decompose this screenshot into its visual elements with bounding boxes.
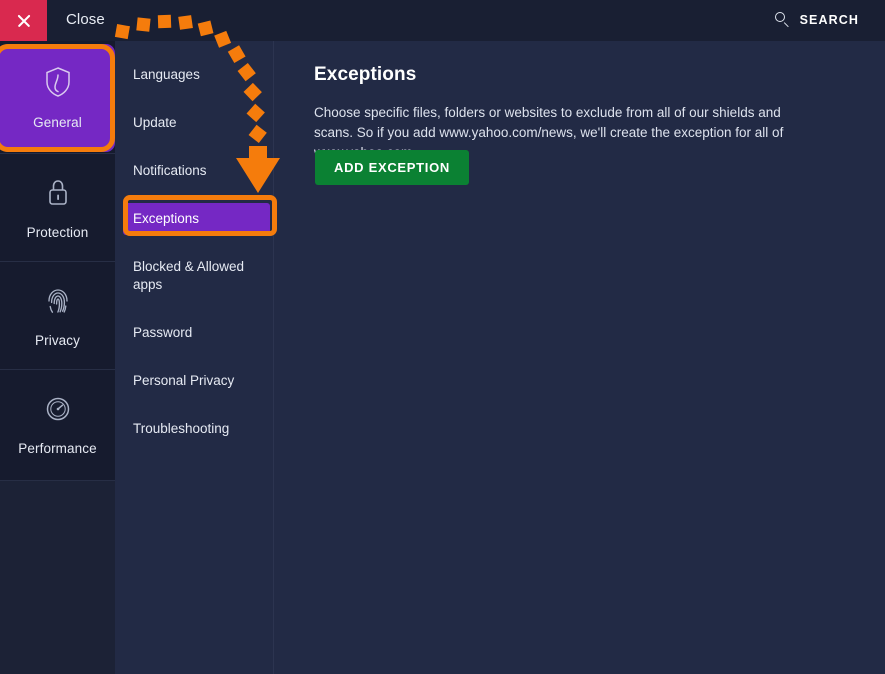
nav-item-update[interactable]: Update [123, 107, 270, 139]
nav-item-notifications[interactable]: Notifications [123, 155, 270, 187]
nav-item-password[interactable]: Password [123, 317, 270, 349]
lock-icon [43, 176, 73, 213]
main-content-panel: Exceptions Choose specific files, folder… [274, 41, 885, 674]
title-bar: Close SEARCH [0, 0, 885, 41]
secondary-nav-panel: Languages Update Notifications Exception… [115, 41, 274, 674]
sidebar-item-label: Performance [18, 440, 97, 456]
search-icon [774, 12, 790, 27]
nav-item-exceptions[interactable]: Exceptions [123, 203, 270, 235]
sidebar-item-label: Privacy [35, 332, 80, 348]
page-title: Exceptions [314, 64, 417, 85]
add-exception-button[interactable]: ADD EXCEPTION [315, 150, 470, 185]
nav-item-blocked-allowed-apps[interactable]: Blocked & Allowed apps [123, 251, 270, 301]
search-button[interactable]: SEARCH [774, 12, 859, 27]
search-label: SEARCH [799, 12, 859, 27]
fingerprint-icon [43, 284, 73, 321]
close-button[interactable] [0, 0, 47, 41]
close-label[interactable]: Close [66, 11, 105, 28]
nav-item-troubleshooting[interactable]: Troubleshooting [123, 413, 270, 445]
sidebar-item-general[interactable]: General [0, 44, 115, 152]
shield-icon [44, 66, 72, 103]
sidebar-item-label: General [33, 115, 82, 130]
gauge-icon [43, 392, 73, 429]
close-x-icon [16, 13, 32, 29]
sidebar-item-performance[interactable]: Performance [0, 369, 115, 477]
sidebar-item-privacy[interactable]: Privacy [0, 261, 115, 369]
sidebar-item-protection[interactable]: Protection [0, 153, 115, 261]
nav-item-personal-privacy[interactable]: Personal Privacy [123, 365, 270, 397]
nav-item-languages[interactable]: Languages [123, 59, 270, 91]
primary-sidebar: General Protection Privacy Performance [0, 41, 115, 674]
application-window: Close SEARCH General Protection Privacy … [0, 0, 885, 674]
sidebar-item-label: Protection [26, 224, 89, 240]
sidebar-empty-area [0, 480, 115, 674]
